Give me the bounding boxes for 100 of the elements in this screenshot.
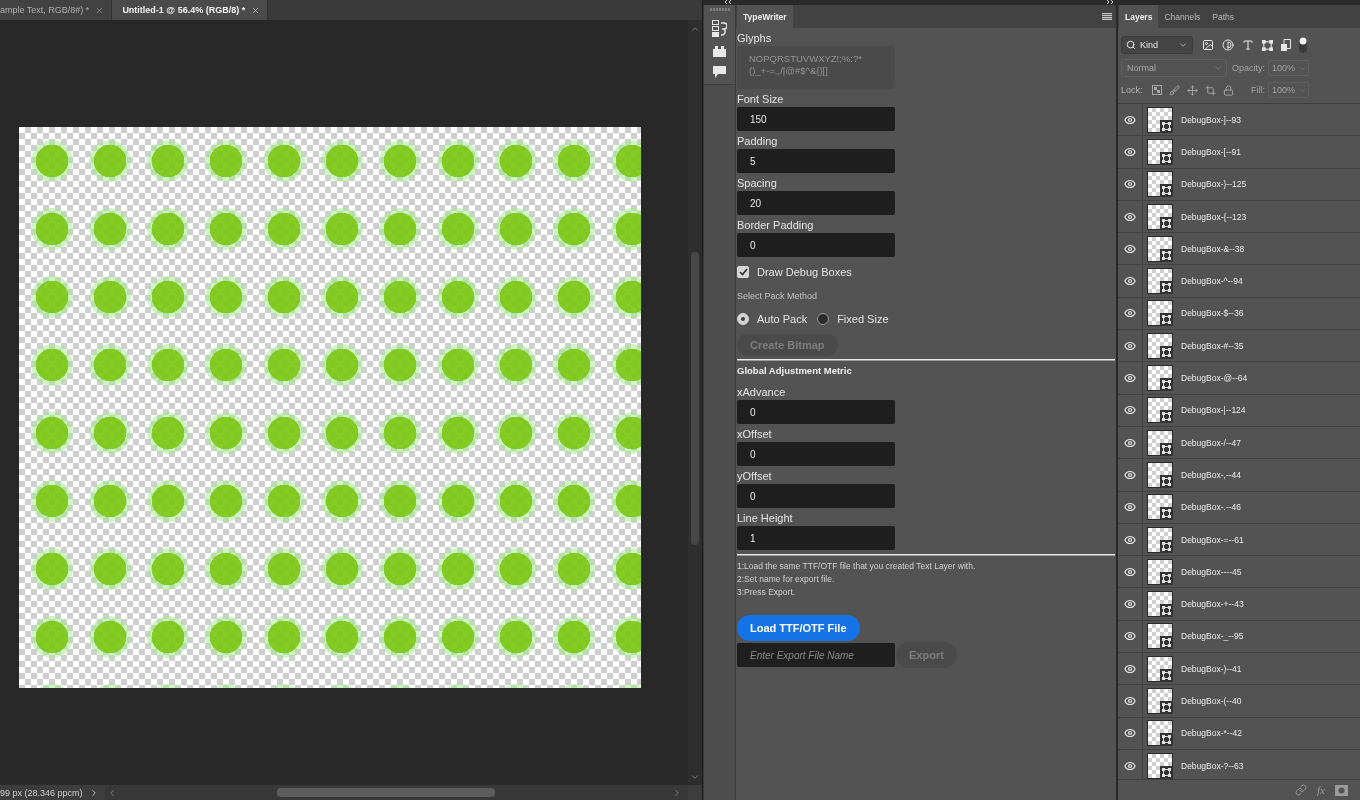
- layer-row[interactable]: DebugBox-.--46: [1118, 491, 1360, 524]
- close-icon[interactable]: [95, 5, 105, 15]
- document-tab[interactable]: ample Text, RGB/8#) *: [0, 0, 113, 20]
- plugin-icon[interactable]: [713, 46, 726, 57]
- eye-icon[interactable]: [1124, 372, 1136, 384]
- move-icon[interactable]: [1186, 84, 1198, 96]
- layer-name: DebugBox-&--38: [1181, 243, 1245, 254]
- eye-icon[interactable]: [1124, 565, 1136, 578]
- scroll-thumb[interactable]: [691, 252, 699, 545]
- panel-tab[interactable]: Paths: [1206, 5, 1241, 28]
- number-field[interactable]: 0: [737, 484, 895, 508]
- eye-icon[interactable]: [1124, 404, 1136, 417]
- vertical-scrollbar[interactable]: [688, 20, 702, 784]
- document-tab[interactable]: Untitled-1 @ 56.4% (RGB/8) *: [112, 0, 269, 20]
- eye-icon[interactable]: [1124, 630, 1136, 643]
- eye-icon[interactable]: [1124, 468, 1136, 481]
- bounding-box-icon: [1160, 184, 1173, 198]
- layer-row[interactable]: DebugBox-_--95: [1118, 620, 1360, 654]
- eye-icon[interactable]: [1124, 242, 1136, 255]
- horizontal-scrollbar[interactable]: [104, 785, 688, 800]
- link-icon[interactable]: [1295, 784, 1308, 796]
- grip-icon[interactable]: [709, 8, 730, 11]
- layer-row[interactable]: DebugBox-#--35: [1118, 330, 1360, 363]
- layer-row[interactable]: DebugBox-+--43: [1118, 588, 1360, 621]
- layer-name: DebugBox-_--95: [1181, 631, 1244, 642]
- export-name-field[interactable]: Enter Export File Name: [737, 643, 895, 667]
- eye-icon[interactable]: [1124, 113, 1136, 126]
- lock-label: Lock:: [1121, 85, 1143, 95]
- comment-icon[interactable]: [713, 66, 726, 78]
- number-field[interactable]: 0: [737, 400, 895, 424]
- scroll-down-icon[interactable]: [690, 772, 700, 782]
- layer-row[interactable]: DebugBox-(--40: [1118, 685, 1360, 718]
- eye-icon[interactable]: [1124, 145, 1136, 158]
- number-field[interactable]: 0: [737, 442, 895, 466]
- scroll-thumb[interactable]: [276, 788, 495, 797]
- number-field[interactable]: 5: [737, 149, 895, 173]
- radio-icon[interactable]: [817, 313, 830, 325]
- lock-icon[interactable]: [1222, 84, 1234, 96]
- layer-row[interactable]: DebugBox-=--61: [1118, 523, 1360, 557]
- collapse-left-icon[interactable]: [724, 0, 732, 4]
- scroll-up-icon[interactable]: [690, 24, 700, 34]
- checkbox-icon[interactable]: [737, 266, 749, 278]
- checkbox-option[interactable]: Draw Debug Boxes: [737, 265, 852, 279]
- bounding-box-icon: [1160, 345, 1173, 359]
- bounding-box-icon: [1160, 216, 1173, 230]
- eye-icon[interactable]: [1124, 436, 1136, 449]
- mask-icon[interactable]: [1335, 784, 1348, 796]
- layer-row[interactable]: DebugBox-*--42: [1118, 717, 1360, 750]
- panel-tab[interactable]: Layers: [1119, 5, 1159, 28]
- layer-row[interactable]: DebugBox-/--47: [1118, 426, 1360, 460]
- layer-row[interactable]: DebugBox-[--91: [1118, 136, 1360, 169]
- eye-icon[interactable]: [1124, 598, 1136, 611]
- close-icon[interactable]: [251, 5, 261, 15]
- radio-option[interactable]: Auto Pack: [737, 313, 808, 325]
- panel-tab[interactable]: Channels: [1158, 5, 1207, 28]
- toggle-switch-icon[interactable]: [1299, 37, 1307, 53]
- layer-row[interactable]: DebugBox-)--41: [1118, 653, 1360, 686]
- brush-icon[interactable]: [1168, 84, 1180, 96]
- history-icon[interactable]: [712, 20, 727, 37]
- fill-label: Fill:: [1251, 85, 1265, 95]
- layer-row[interactable]: DebugBox-@--64: [1118, 362, 1360, 395]
- layer-row[interactable]: DebugBox-^--94: [1118, 265, 1360, 298]
- document-icon[interactable]: [1281, 39, 1291, 51]
- number-field[interactable]: 0: [737, 233, 895, 257]
- image-icon[interactable]: [1202, 39, 1214, 51]
- layer-row[interactable]: DebugBox-$--36: [1118, 297, 1360, 331]
- crop-icon[interactable]: [1204, 84, 1216, 96]
- bounding-box-icon[interactable]: [1262, 39, 1273, 51]
- eye-icon[interactable]: [1124, 178, 1136, 191]
- panel-tab[interactable]: TypeWriter: [737, 5, 793, 28]
- layer-row[interactable]: DebugBox-|--124: [1118, 394, 1360, 427]
- layer-row[interactable]: DebugBox-,--44: [1118, 459, 1360, 492]
- half-circle-icon[interactable]: [1222, 39, 1234, 51]
- number-field[interactable]: 1: [737, 526, 895, 550]
- layer-row[interactable]: DebugBox-{--123: [1118, 200, 1360, 234]
- checkerboard-icon[interactable]: [1151, 85, 1162, 95]
- layer-row[interactable]: DebugBox-&--38: [1118, 233, 1360, 266]
- eye-icon[interactable]: [1124, 339, 1136, 352]
- text-icon[interactable]: [1242, 39, 1254, 51]
- radio-icon[interactable]: [737, 313, 749, 325]
- eye-icon[interactable]: [1124, 275, 1136, 288]
- radio-option[interactable]: Fixed Size: [817, 313, 889, 325]
- eye-icon[interactable]: [1124, 533, 1136, 546]
- collapse-right-icon[interactable]: [1106, 0, 1114, 4]
- eye-icon[interactable]: [1124, 307, 1136, 320]
- bounding-box-icon: [1160, 410, 1173, 424]
- eye-icon[interactable]: [1124, 501, 1136, 514]
- filter-kind-dropdown[interactable]: Kind: [1121, 36, 1193, 54]
- layer-row[interactable]: DebugBox-}--125: [1118, 168, 1360, 201]
- eye-icon[interactable]: [1124, 727, 1136, 740]
- layer-row[interactable]: DebugBox-]--93: [1118, 104, 1360, 137]
- number-field[interactable]: 20: [737, 191, 895, 215]
- load-font-button[interactable]: Load TTF/OTF File: [737, 615, 860, 641]
- menu-icon[interactable]: [1102, 13, 1112, 20]
- number-field[interactable]: 150: [737, 107, 895, 131]
- eye-icon[interactable]: [1124, 695, 1136, 707]
- eye-icon[interactable]: [1124, 759, 1136, 772]
- eye-icon[interactable]: [1124, 662, 1136, 675]
- layer-row[interactable]: DebugBox----45: [1118, 556, 1360, 589]
- eye-icon[interactable]: [1124, 210, 1136, 223]
